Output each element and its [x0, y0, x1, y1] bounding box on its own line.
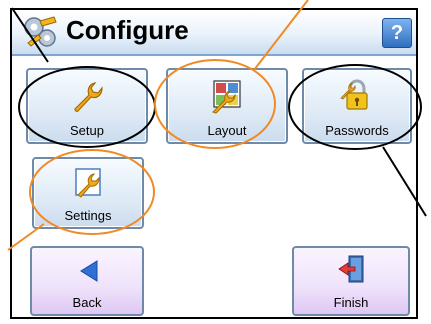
passwords-label: Passwords: [325, 123, 389, 138]
settings-button[interactable]: Settings: [32, 157, 144, 229]
layout-button[interactable]: Layout: [166, 68, 288, 144]
layout-label: Layout: [207, 123, 247, 138]
back-label: Back: [72, 295, 102, 310]
setup-button[interactable]: Setup: [26, 68, 148, 144]
exit-door-icon: [338, 255, 364, 283]
wrench-settings-icon: [75, 168, 101, 198]
wrench-icon: [74, 82, 103, 112]
configure-screen: Configure ? Setup Layout Passwords Setti…: [10, 8, 418, 319]
header-bar: Configure ?: [12, 10, 416, 56]
help-button[interactable]: ?: [382, 18, 412, 48]
back-arrow-icon: [80, 260, 98, 282]
finish-button[interactable]: Finish: [292, 246, 410, 316]
setup-label: Setup: [70, 123, 104, 138]
settings-label: Settings: [64, 208, 112, 223]
back-button[interactable]: Back: [30, 246, 144, 316]
gears-icon: [24, 16, 57, 47]
finish-label: Finish: [333, 295, 369, 310]
padlock-icon: [340, 79, 368, 110]
passwords-button[interactable]: Passwords: [302, 68, 412, 144]
layout-grid-icon: [212, 80, 241, 114]
page-title: Configure: [66, 15, 189, 45]
